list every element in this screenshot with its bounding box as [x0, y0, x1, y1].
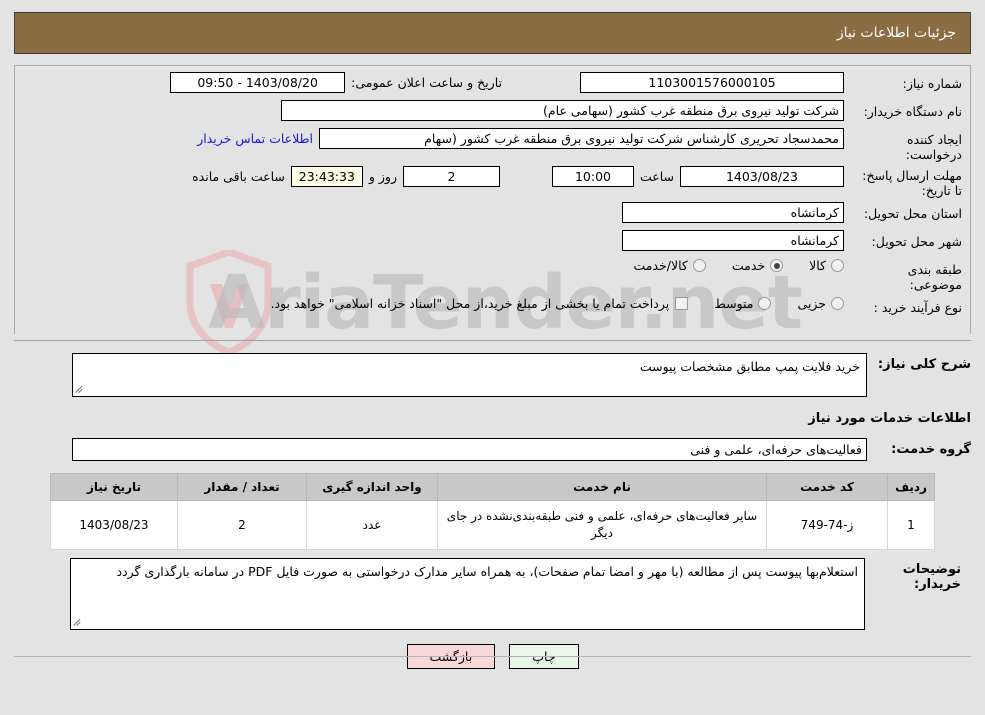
cell-index: 1 [887, 500, 935, 550]
row-service-group: گروه خدمت: فعالیت‌های حرفه‌ای، علمی و فن… [14, 438, 971, 461]
process-type-label: نوع فرآیند خرید : [873, 300, 962, 315]
summary-textarea[interactable]: خرید فلایت پمپ مطابق مشخصات پیوست [72, 353, 867, 397]
page-title: جزئیات اطلاعات نیاز [836, 25, 956, 41]
treasury-bond-checkbox-item[interactable]: پرداخت تمام یا بخشی از مبلغ خرید،از محل … [271, 296, 689, 311]
col-need-date: تاریخ نیاز [50, 473, 178, 501]
radio-icon[interactable] [831, 259, 844, 272]
row-requester: ایجاد کننده درخواست: محمدسجاد تحریری کار… [15, 128, 970, 162]
col-index: ردیف [887, 473, 935, 501]
category-option-label: کالا/خدمت [633, 258, 688, 273]
resize-handle-icon[interactable] [75, 385, 85, 395]
radio-icon[interactable] [770, 259, 784, 272]
need-details-section: شرح کلی نیاز: خرید فلایت پمپ مطابق مشخصا… [14, 341, 971, 461]
buyer-contact-link[interactable]: اطلاعات تماس خریدار [191, 128, 319, 149]
buyer-notes-section: توضیحات خریدار: استعلام‌بها پیوست پس از … [14, 558, 971, 630]
announce-datetime-label: تاریخ و ساعت اعلان عمومی: [351, 75, 502, 90]
items-table-container: ردیف کد خدمت نام خدمت واحد اندازه گیری ت… [14, 473, 971, 550]
items-table-head: ردیف کد خدمت نام خدمت واحد اندازه گیری ت… [50, 473, 935, 501]
category-radio-group: کالا خدمت کالا/خدمت [607, 258, 844, 273]
days-remaining-value: 2 [402, 166, 500, 187]
requester-label: ایجاد کننده درخواست: [905, 132, 962, 162]
category-option-khedmat[interactable]: خدمت [731, 258, 784, 273]
col-unit: واحد اندازه گیری [306, 473, 438, 501]
need-info-panel: شماره نیاز: 1103001576000105 تاریخ و ساع… [14, 65, 971, 334]
col-service-code: کد خدمت [766, 473, 888, 501]
cell-quantity: 2 [177, 500, 307, 550]
countdown-suffix-label: ساعت باقی مانده [192, 169, 285, 184]
row-deadline: مهلت ارسال پاسخ: تا تاریخ: 1403/08/23 سا… [15, 166, 970, 198]
row-category: طبقه بندی موضوعی: کالا خدمت کالا/خدمت [15, 258, 970, 292]
announce-datetime-value: 1403/08/20 - 09:50 [170, 72, 346, 93]
buyer-org-label: نام دستگاه خریدار: [863, 104, 962, 119]
row-buyer-notes: توضیحات خریدار: استعلام‌بها پیوست پس از … [14, 558, 961, 630]
table-row: 1 ز-74-749 سایر فعالیت‌های حرفه‌ای، علمی… [50, 500, 935, 550]
category-option-label: کالا [809, 258, 826, 273]
items-table: ردیف کد خدمت نام خدمت واحد اندازه گیری ت… [50, 473, 935, 550]
summary-label: شرح کلی نیاز: [877, 357, 971, 372]
category-label: طبقه بندی موضوعی: [907, 262, 962, 292]
buyer-notes-value: استعلام‌بها پیوست پس از مطالعه (با مهر و… [116, 564, 858, 579]
hour-label: ساعت [639, 169, 674, 184]
province-value: کرمانشاه [622, 202, 844, 223]
category-option-kala-khedmat[interactable]: کالا/خدمت [633, 258, 706, 273]
row-summary: شرح کلی نیاز: خرید فلایت پمپ مطابق مشخصا… [14, 353, 971, 397]
radio-icon[interactable] [692, 259, 706, 272]
checkbox-icon[interactable] [675, 297, 689, 310]
cell-service-name: سایر فعالیت‌های حرفه‌ای، علمی و فنی طبقه… [437, 500, 767, 550]
city-label: شهر محل تحویل: [871, 234, 962, 249]
summary-value: خرید فلایت پمپ مطابق مشخصات پیوست [639, 359, 860, 374]
page-title-bar: جزئیات اطلاعات نیاز [14, 12, 971, 54]
table-header-row: ردیف کد خدمت نام خدمت واحد اندازه گیری ت… [50, 473, 935, 501]
process-option-label: جزیی [797, 296, 826, 311]
need-number-value: 1103001576000105 [580, 72, 844, 93]
need-number-label: شماره نیاز: [902, 76, 962, 91]
cell-need-date: 1403/08/23 [50, 500, 178, 550]
countdown-timer: 23:43:33 [290, 166, 363, 187]
deadline-label: مهلت ارسال پاسخ: تا تاریخ: [862, 168, 962, 198]
row-city: شهر محل تحویل: کرمانشاه [15, 230, 970, 254]
resize-handle-icon[interactable] [73, 618, 83, 628]
row-process-type: نوع فرآیند خرید : جزیی متوسط پرداخت تمام… [15, 296, 970, 320]
service-group-label: گروه خدمت: [891, 442, 971, 457]
radio-icon[interactable] [758, 297, 772, 310]
category-option-label: خدمت [731, 258, 766, 273]
deadline-date-value: 1403/08/23 [680, 166, 844, 187]
row-buyer-org: نام دستگاه خریدار: شرکت تولید نیروی برق … [15, 100, 970, 124]
province-label: استان محل تحویل: [863, 206, 962, 221]
row-need-number: شماره نیاز: 1103001576000105 تاریخ و ساع… [15, 72, 970, 96]
items-table-body: 1 ز-74-749 سایر فعالیت‌های حرفه‌ای، علمی… [50, 500, 935, 550]
buyer-notes-label: توضیحات خریدار: [902, 562, 961, 592]
process-radio-group: جزیی متوسط پرداخت تمام یا بخشی از مبلغ خ… [271, 296, 844, 311]
service-group-value: فعالیت‌های حرفه‌ای، علمی و فنی [72, 438, 867, 461]
cell-unit: عدد [306, 500, 438, 550]
services-heading: اطلاعات خدمات مورد نیاز [808, 411, 971, 426]
process-option-label: متوسط [714, 296, 754, 311]
category-option-kala[interactable]: کالا [809, 258, 844, 273]
col-service-name: نام خدمت [437, 473, 767, 501]
cell-service-code: ز-74-749 [766, 500, 888, 550]
radio-icon[interactable] [831, 297, 844, 310]
days-label: روز و [368, 169, 397, 184]
row-province: استان محل تحویل: کرمانشاه [15, 202, 970, 226]
treasury-bond-note: پرداخت تمام یا بخشی از مبلغ خرید،از محل … [270, 296, 670, 311]
requester-value: محمدسجاد تحریری کارشناس شرکت تولید نیروی… [319, 128, 844, 149]
buyer-org-value: شرکت تولید نیروی برق منطقه غرب کشور (سها… [281, 100, 844, 121]
bottom-divider [14, 656, 971, 657]
deadline-time-value: 10:00 [551, 166, 634, 187]
process-option-motevaset[interactable]: متوسط [714, 296, 772, 311]
buyer-notes-textarea[interactable]: استعلام‌بها پیوست پس از مطالعه (با مهر و… [70, 558, 865, 630]
col-quantity: تعداد / مقدار [177, 473, 307, 501]
city-value: کرمانشاه [622, 230, 844, 251]
process-option-jozee[interactable]: جزیی [797, 296, 844, 311]
